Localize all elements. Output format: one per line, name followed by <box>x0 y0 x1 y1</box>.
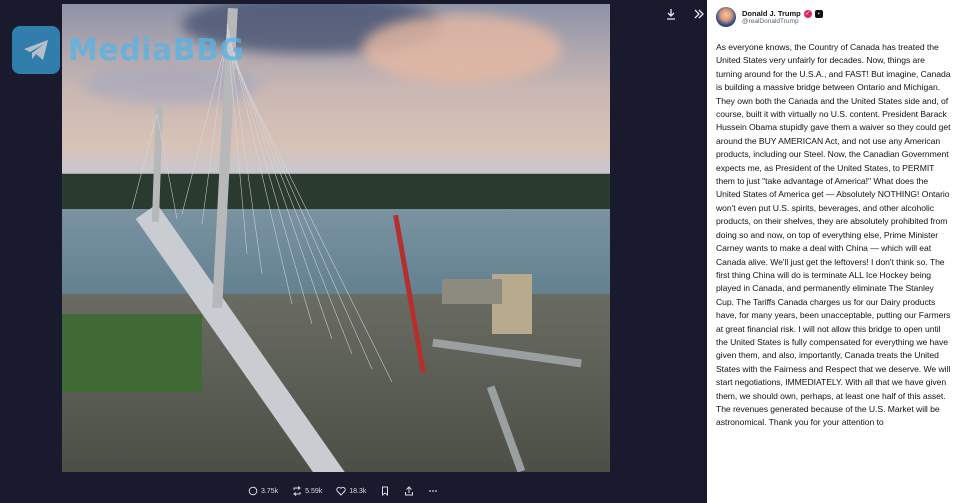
watermark: MediaBBG <box>12 26 245 74</box>
user-handle[interactable]: @realDonaldTrump <box>742 18 823 25</box>
post-text: As everyone knows, the Country of Canada… <box>716 42 951 428</box>
reply-button[interactable]: 3.75k <box>248 486 278 496</box>
heart-icon <box>336 486 346 496</box>
watermark-text: MediaBBG <box>68 32 245 68</box>
name-row: Donald J. Trump ✓ ▪ <box>742 9 823 18</box>
post-actions: 3.75k 5.59k 18.3k <box>248 486 438 496</box>
bookmark-button[interactable] <box>380 486 390 496</box>
repost-icon <box>293 486 301 496</box>
share-button[interactable] <box>404 486 414 496</box>
expand-panel-icon[interactable] <box>692 8 706 22</box>
viewer-toolbar <box>664 8 706 22</box>
like-button[interactable]: 18.3k <box>336 486 366 496</box>
post-header: Donald J. Trump ✓ ▪ @realDonaldTrump <box>716 5 953 29</box>
share-icon <box>405 486 414 496</box>
avatar[interactable] <box>716 7 736 27</box>
post-panel: Donald J. Trump ✓ ▪ @realDonaldTrump As … <box>707 0 960 503</box>
display-name[interactable]: Donald J. Trump <box>742 9 801 18</box>
reply-count: 3.75k <box>261 487 279 495</box>
cable-stays <box>131 23 393 383</box>
download-icon[interactable] <box>664 8 678 22</box>
more-button[interactable] <box>428 486 438 496</box>
bridge-photo[interactable] <box>62 4 610 472</box>
repost-button[interactable]: 5.59k <box>292 486 322 496</box>
more-icon <box>429 490 438 492</box>
like-count: 18.3k <box>349 487 367 495</box>
verified-badge-icon: ✓ <box>803 9 812 18</box>
repost-count: 5.59k <box>305 487 323 495</box>
bookmark-icon <box>382 486 389 496</box>
reply-icon <box>248 486 258 496</box>
telegram-icon <box>12 26 60 74</box>
building <box>442 279 502 304</box>
author-info: Donald J. Trump ✓ ▪ @realDonaldTrump <box>742 9 823 25</box>
image-viewer: MediaBBG 3.75k 5.59k 18.3k <box>0 0 707 503</box>
affiliation-badge-icon: ▪ <box>814 9 823 18</box>
